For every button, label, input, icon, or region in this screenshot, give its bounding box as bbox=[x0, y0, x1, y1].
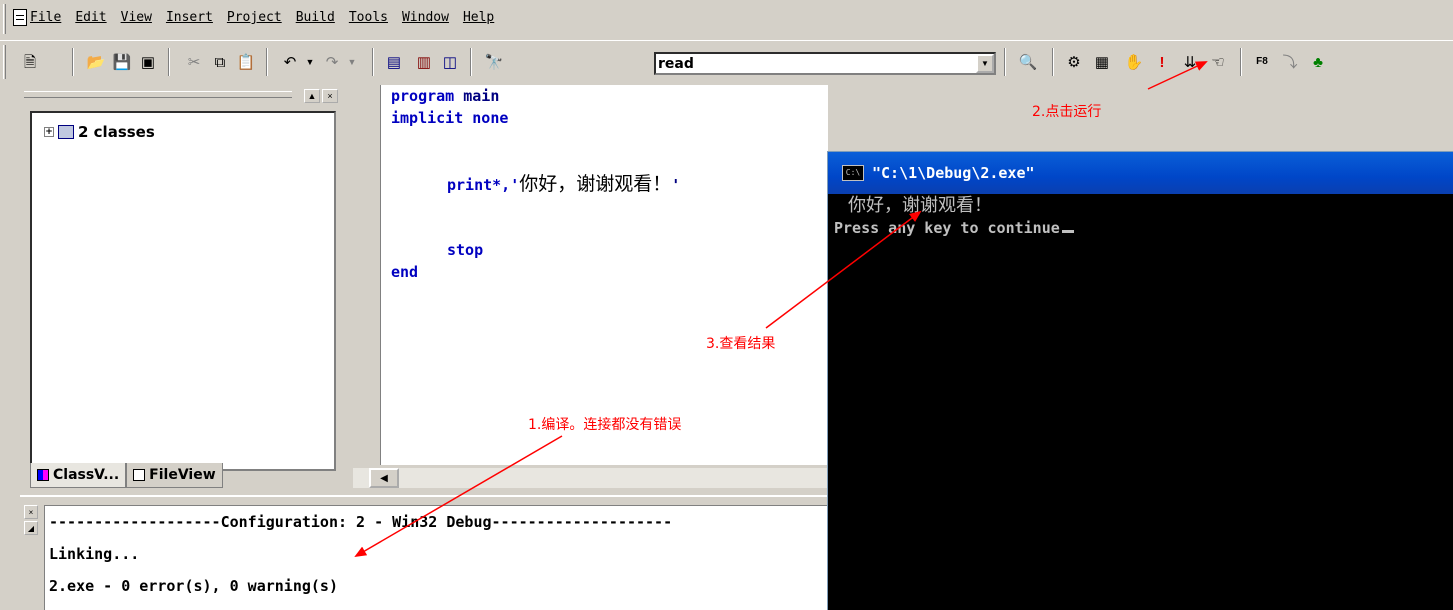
code-token: main bbox=[463, 87, 500, 105]
scroll-left-icon[interactable]: ◀ bbox=[369, 468, 399, 488]
code-quote: ' bbox=[671, 176, 681, 194]
toolbar: 🗎 📂 💾 ▣ ✂ ⧉ 📋 ↶ ▼ ↷ ▼ ▤ ▥ ◫ 🔭 ▼ 🔍 ⚙ ▦ ✋ … bbox=[0, 40, 1453, 85]
build-output[interactable]: -------------------Configuration: 2 - Wi… bbox=[44, 505, 828, 610]
tab-classview[interactable]: ClassV... bbox=[30, 463, 127, 488]
horizontal-scrollbar[interactable]: ◀ bbox=[353, 468, 828, 488]
menu-bar: File Edit View Insert Project Build Tool… bbox=[0, 0, 1453, 40]
menu-help[interactable]: Help bbox=[463, 10, 494, 25]
breakpoint-icon[interactable]: ☜ bbox=[1206, 50, 1230, 74]
annotation-step3: 3.查看结果 bbox=[706, 336, 776, 352]
debug-icon[interactable]: ♣ bbox=[1306, 50, 1330, 74]
document-icon[interactable] bbox=[13, 9, 27, 26]
output-line: Linking... bbox=[49, 545, 140, 563]
classes-folder-icon bbox=[58, 125, 74, 139]
pane-restore-icon[interactable]: ▲ bbox=[304, 89, 320, 103]
menu-tools[interactable]: Tools bbox=[349, 10, 388, 25]
classview-icon bbox=[37, 469, 49, 481]
class-tree: + 2 classes bbox=[30, 111, 336, 471]
pane-grabber[interactable] bbox=[24, 91, 292, 98]
new-file-icon[interactable]: 🗎 bbox=[18, 50, 42, 74]
menu-project[interactable]: Project bbox=[227, 10, 282, 25]
code-area[interactable]: program main implicit none print*,'你好，谢谢… bbox=[381, 85, 828, 465]
tree-item-label: 2 classes bbox=[78, 123, 155, 141]
toolbar-separator bbox=[1240, 48, 1242, 76]
code-string: 你好，谢谢观看！ bbox=[519, 173, 672, 195]
cut-icon[interactable]: ✂ bbox=[182, 50, 206, 74]
step-icon[interactable]: ⤵ bbox=[1278, 50, 1302, 74]
menu-window[interactable]: Window bbox=[402, 10, 449, 25]
console-line: Press any key to continue bbox=[834, 218, 1453, 238]
expand-icon[interactable]: + bbox=[44, 127, 54, 137]
menu-build[interactable]: Build bbox=[296, 10, 335, 25]
toolbar-separator bbox=[372, 48, 374, 76]
code-keyword: program bbox=[391, 87, 455, 105]
annotation-step1: 1.编译。连接都没有错误 bbox=[528, 417, 682, 433]
windows-icon[interactable]: ◫ bbox=[438, 50, 462, 74]
workspace-pane: ▲ × + 2 classes ClassV... FileView bbox=[20, 85, 342, 495]
tree-item-classes[interactable]: + 2 classes bbox=[44, 123, 155, 141]
help-icon[interactable]: F8 bbox=[1250, 50, 1274, 74]
menu-edit[interactable]: Edit bbox=[75, 10, 106, 25]
execute-icon[interactable]: ! bbox=[1150, 50, 1174, 74]
output-pane: × ◢ -------------------Configuration: 2 … bbox=[20, 495, 828, 610]
console-prompt: Press any key to continue bbox=[834, 219, 1060, 237]
chevron-down-icon[interactable]: ▼ bbox=[976, 54, 994, 73]
menu-insert[interactable]: Insert bbox=[166, 10, 213, 25]
stop-build-icon[interactable]: ✋ bbox=[1122, 50, 1146, 74]
go-icon[interactable]: ⇊ bbox=[1178, 50, 1202, 74]
console-icon[interactable]: C:\ bbox=[842, 165, 864, 181]
pane-restore-icon[interactable]: ◢ bbox=[24, 521, 38, 535]
menu-view[interactable]: View bbox=[121, 10, 152, 25]
code-keyword: stop bbox=[447, 241, 484, 259]
find-input[interactable] bbox=[658, 54, 968, 73]
output-line: 2.exe - 0 error(s), 0 warning(s) bbox=[49, 577, 338, 595]
code-keyword: implicit none bbox=[391, 109, 509, 127]
menu-file[interactable]: File bbox=[30, 10, 61, 25]
toolbar-grip[interactable] bbox=[3, 45, 6, 79]
toolbar-separator bbox=[1052, 48, 1054, 76]
open-icon[interactable]: 📂 bbox=[84, 50, 108, 74]
code-keyword: print*,' bbox=[447, 176, 520, 194]
close-icon[interactable]: × bbox=[322, 89, 338, 103]
build-icon[interactable]: ▦ bbox=[1090, 50, 1114, 74]
save-all-icon[interactable]: ▣ bbox=[136, 50, 160, 74]
workspace-tabs: ClassV... FileView bbox=[30, 463, 223, 488]
toolbar-separator bbox=[266, 48, 268, 76]
tab-classview-label: ClassV... bbox=[53, 467, 120, 483]
compile-icon[interactable]: ⚙ bbox=[1062, 50, 1086, 74]
toolbar-separator bbox=[168, 48, 170, 76]
console-output[interactable]: 你好，谢谢观看！ Press any key to continue bbox=[828, 194, 1453, 610]
output-icon[interactable]: ▥ bbox=[412, 50, 436, 74]
toolbar-separator bbox=[470, 48, 472, 76]
console-title: "C:\1\Debug\2.exe" bbox=[872, 164, 1035, 182]
paste-icon[interactable]: 📋 bbox=[234, 50, 258, 74]
redo-dropdown-icon[interactable]: ▼ bbox=[340, 50, 364, 74]
close-icon[interactable]: × bbox=[24, 505, 38, 519]
undo-dropdown-icon[interactable]: ▼ bbox=[298, 50, 322, 74]
editor-gutter[interactable] bbox=[353, 85, 381, 465]
fileview-icon bbox=[133, 469, 146, 481]
code-keyword: end bbox=[391, 263, 419, 281]
find-in-files-icon[interactable]: 🔭 bbox=[482, 50, 506, 74]
workspace-icon[interactable]: ▤ bbox=[382, 50, 406, 74]
annotation-step2: 2.点击运行 bbox=[1032, 104, 1102, 120]
console-title-bar[interactable]: C:\ "C:\1\Debug\2.exe" bbox=[828, 152, 1453, 194]
find-icon[interactable]: 🔍 bbox=[1016, 50, 1040, 74]
find-combo[interactable]: ▼ bbox=[654, 52, 996, 75]
tab-fileview[interactable]: FileView bbox=[126, 463, 223, 488]
text-cursor bbox=[1061, 230, 1074, 233]
menu-items: File Edit View Insert Project Build Tool… bbox=[30, 10, 494, 25]
save-icon[interactable]: 💾 bbox=[110, 50, 134, 74]
console-line: 你好，谢谢观看！ bbox=[848, 195, 992, 216]
toolbar-separator bbox=[72, 48, 74, 76]
menubar-grip[interactable] bbox=[3, 4, 6, 34]
console-window: C:\ "C:\1\Debug\2.exe" 你好，谢谢观看！ Press an… bbox=[827, 151, 1453, 610]
copy-icon[interactable]: ⧉ bbox=[208, 50, 232, 74]
toolbar-separator bbox=[1004, 48, 1006, 76]
tab-fileview-label: FileView bbox=[149, 467, 216, 483]
output-line: -------------------Configuration: 2 - Wi… bbox=[49, 513, 673, 531]
